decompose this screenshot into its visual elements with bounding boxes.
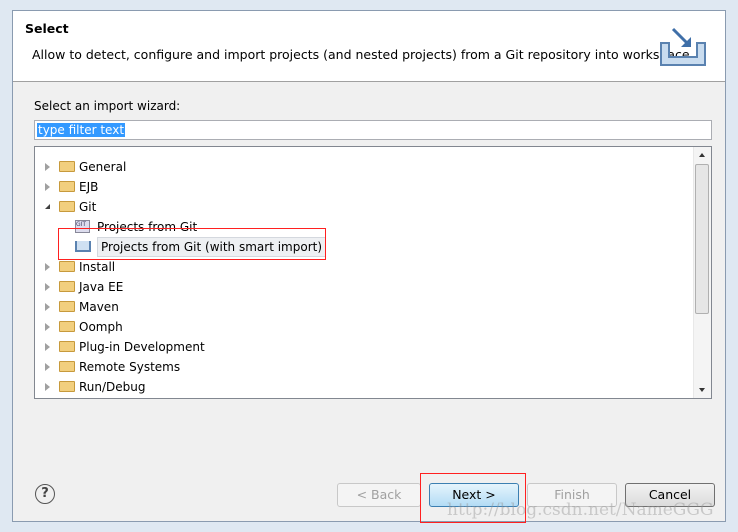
folder-icon (59, 301, 75, 312)
tree-item-label: Java EE (79, 280, 124, 294)
dialog-header: Select Allow to detect, configure and im… (13, 11, 725, 82)
back-button[interactable]: < Back (337, 483, 421, 507)
expand-arrow-icon[interactable] (45, 383, 50, 391)
tree-item-label: EJB (79, 180, 99, 194)
import-wizard-icon (660, 27, 706, 66)
help-button[interactable]: ? (35, 484, 55, 504)
folder-icon (59, 321, 75, 332)
folder-icon (59, 201, 75, 212)
filter-text: type filter text (37, 123, 126, 137)
tree-item-label: Remote Systems (79, 360, 181, 374)
expand-arrow-icon[interactable] (45, 183, 50, 191)
tree-scrollbar[interactable] (693, 147, 711, 398)
folder-icon (59, 261, 75, 272)
expand-arrow-icon[interactable] (45, 363, 50, 371)
expand-arrow-icon[interactable] (45, 263, 50, 271)
filter-input[interactable]: type filter text (34, 120, 712, 140)
tree-item-label: General (79, 160, 127, 174)
page-title: Select (25, 21, 69, 36)
folder-icon (59, 281, 75, 292)
collapse-arrow-icon[interactable] (45, 204, 50, 209)
expand-arrow-icon[interactable] (45, 303, 50, 311)
wizard-label: Select an import wizard: (34, 99, 181, 113)
expand-arrow-icon[interactable] (45, 283, 50, 291)
tree-item-label: Oomph (79, 320, 123, 334)
expand-arrow-icon[interactable] (45, 323, 50, 331)
import-dialog: Select Allow to detect, configure and im… (12, 10, 726, 522)
watermark: http://blog.csdn.net/NameGGG (447, 500, 714, 520)
wizard-tree[interactable]: General EJB Git GIT Projects from Git Project… (34, 146, 712, 399)
folder-icon (59, 181, 75, 192)
folder-icon (59, 381, 75, 392)
expand-arrow-icon[interactable] (45, 343, 50, 351)
page-description: Allow to detect, configure and import pr… (32, 47, 690, 62)
expand-arrow-icon[interactable] (45, 163, 50, 171)
tree-item-label: Git (79, 200, 97, 214)
scroll-up-icon[interactable] (699, 153, 705, 157)
folder-icon (59, 161, 75, 172)
scrollbar-thumb[interactable] (695, 164, 709, 314)
scroll-down-icon[interactable] (699, 388, 705, 392)
tree-item-label: Tasks (79, 397, 111, 398)
highlight-box-tree-item (58, 228, 326, 260)
tree-item-label: Install (79, 260, 116, 274)
folder-icon (59, 361, 75, 372)
folder-icon (59, 341, 75, 352)
tree-item-label: Maven (79, 300, 119, 314)
tree-item-label: Run/Debug (79, 380, 146, 394)
tree-item-label: Plug-in Development (79, 340, 205, 354)
